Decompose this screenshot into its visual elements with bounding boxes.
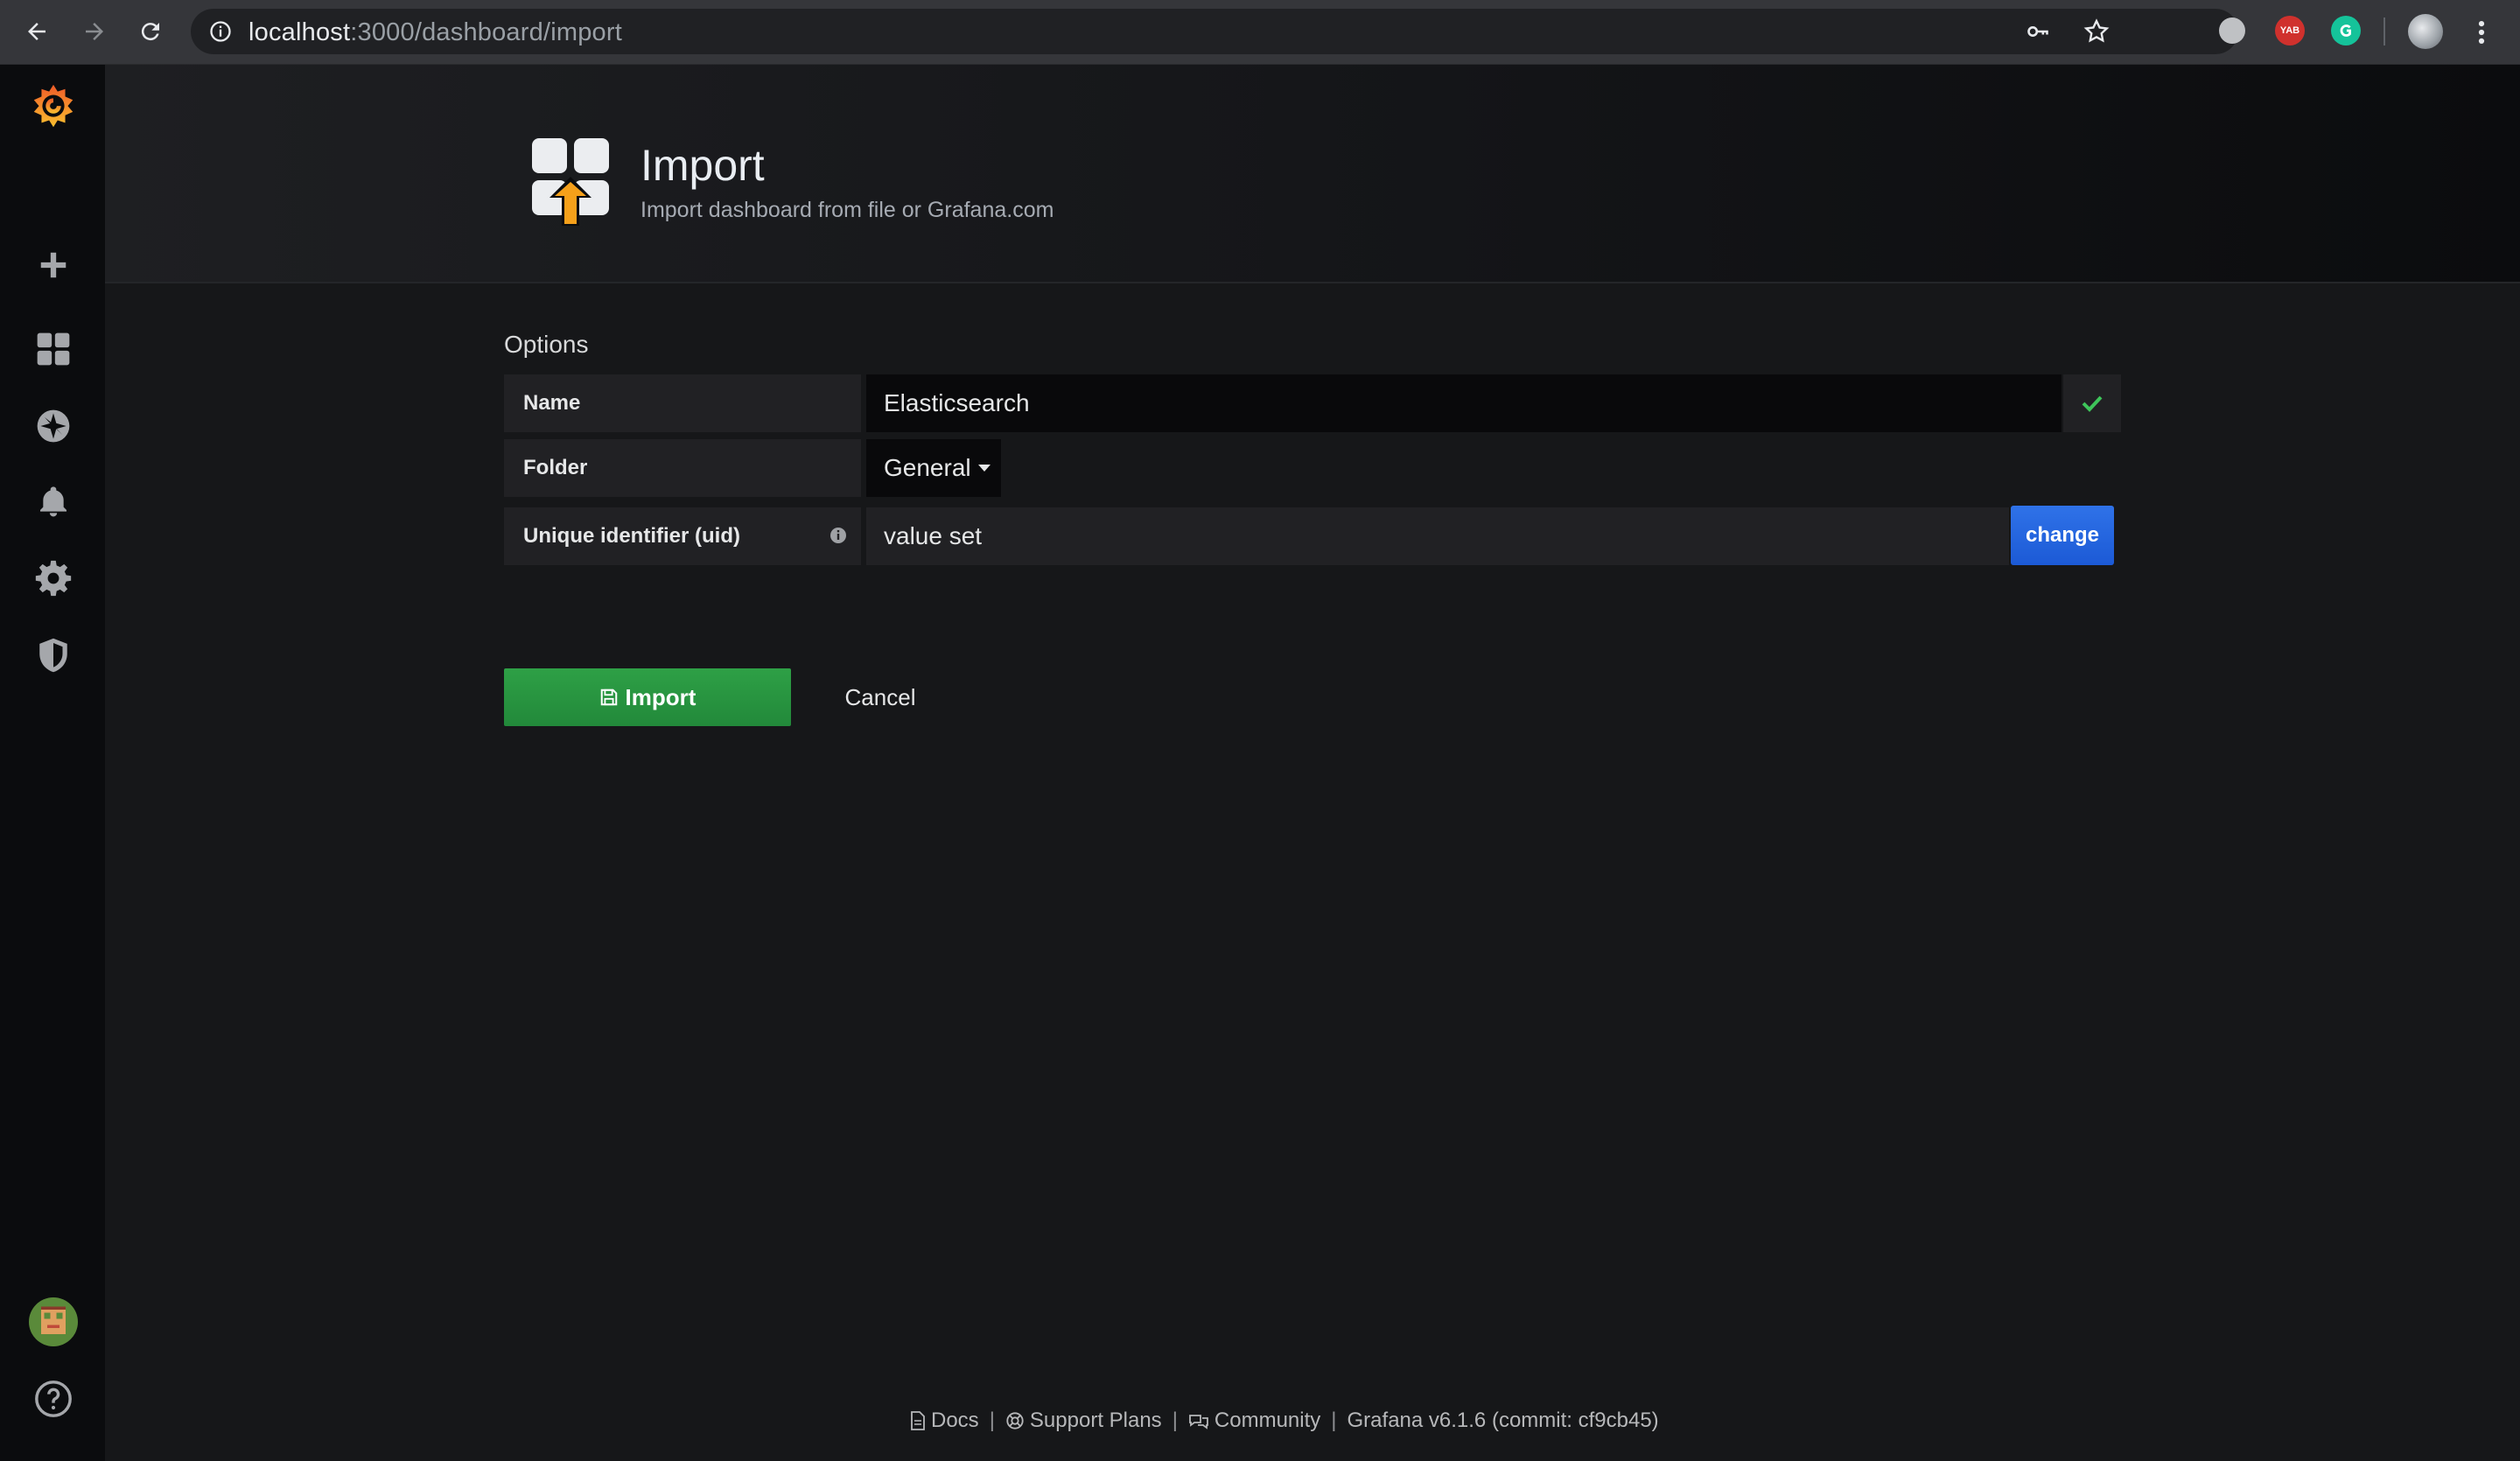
reload-button[interactable] (131, 12, 170, 51)
sidebar-item-help[interactable] (28, 1374, 79, 1424)
folder-select[interactable]: General (866, 439, 1001, 497)
name-label: Name (504, 374, 861, 432)
name-valid-indicator (2063, 374, 2121, 432)
import-button[interactable]: Import (504, 668, 791, 726)
uid-label-row: Unique identifier (uid) (504, 507, 861, 565)
arrow-left-icon (28, 23, 46, 40)
url-text[interactable]: localhost:3000/dashboard/import (248, 18, 622, 47)
save-icon (600, 689, 617, 706)
page-subtitle: Import dashboard from file or Grafana.co… (640, 198, 1054, 222)
menu-kebab-icon[interactable] (2473, 17, 2490, 47)
footer-separator: | (1172, 1409, 1178, 1432)
info-icon[interactable] (208, 19, 233, 44)
dashboard-name-input[interactable] (866, 374, 2062, 432)
plus-icon (40, 252, 66, 278)
back-button[interactable] (18, 12, 56, 51)
avatar (29, 1297, 78, 1346)
sidebar-item-alerting[interactable] (28, 476, 79, 527)
url-host: localhost (248, 18, 351, 46)
help-icon (35, 1381, 72, 1417)
footer-community-label: Community (1214, 1409, 1321, 1432)
folder-label: Folder (504, 439, 861, 497)
bell-icon (40, 486, 66, 517)
toolbar-divider (2384, 17, 2385, 45)
arrow-right-icon (86, 23, 103, 40)
uid-label: Unique identifier (uid) (523, 524, 740, 548)
profile-avatar[interactable] (2408, 14, 2443, 49)
extension-yab-icon[interactable]: YAB (2275, 16, 2305, 45)
grid-icon (37, 332, 70, 366)
footer-version: Grafana v6.1.6 (commit: cf9cb45) (1347, 1409, 1659, 1432)
compass-icon (37, 409, 70, 443)
grafana-logo[interactable] (28, 82, 79, 133)
footer-separator: | (1331, 1409, 1337, 1432)
footer-docs-label: Docs (931, 1409, 979, 1432)
document-icon (911, 1411, 925, 1430)
sidebar-item-server-admin[interactable] (28, 630, 79, 681)
forward-button[interactable] (75, 12, 114, 51)
cancel-button[interactable]: Cancel (831, 668, 929, 726)
reload-icon (141, 23, 159, 41)
grafana-logo-icon (33, 84, 74, 128)
browser-toolbar: localhost:3000/dashboard/import YAB (0, 0, 2520, 65)
extension-circle-icon[interactable] (2219, 17, 2245, 44)
footer-separator: | (989, 1409, 995, 1432)
lifebuoy-icon (1006, 1412, 1024, 1430)
comments-icon (1189, 1415, 1208, 1430)
extension-badge-text: YAB (2279, 25, 2300, 36)
kebab-icon (2478, 20, 2485, 45)
check-icon (2082, 395, 2103, 412)
footer-support-label: Support Plans (1029, 1409, 1162, 1432)
uid-value: value set (866, 507, 2009, 565)
sidebar-item-create[interactable] (28, 240, 79, 290)
page-header: Import Import dashboard from file or Gra… (105, 65, 2520, 283)
sidebar-item-dashboards[interactable] (28, 324, 79, 374)
caret-down-icon (977, 465, 990, 472)
address-bar[interactable]: localhost:3000/dashboard/import (191, 9, 2238, 54)
import-dashboard-icon (530, 136, 611, 232)
change-uid-button[interactable]: change (2011, 506, 2114, 565)
star-icon[interactable] (2082, 17, 2110, 45)
footer-community-link[interactable]: Community (1188, 1409, 1320, 1433)
footer-docs-link[interactable]: Docs (910, 1409, 979, 1433)
sidebar-item-explore[interactable] (28, 401, 79, 451)
import-button-label: Import (625, 683, 696, 710)
shield-icon (39, 638, 67, 673)
footer: Docs | Support Plans | Community | Grafa… (910, 1405, 1680, 1437)
grammarly-icon[interactable] (2331, 16, 2361, 45)
url-path: :3000/dashboard/import (350, 18, 622, 46)
key-icon[interactable] (2025, 19, 2051, 44)
sidebar (0, 65, 105, 1461)
grammarly-g-icon (2340, 24, 2351, 37)
sidebar-item-profile[interactable] (28, 1297, 79, 1347)
gear-icon (35, 560, 72, 597)
folder-select-value: General (884, 454, 971, 481)
sidebar-item-configuration[interactable] (28, 553, 79, 604)
page-title: Import (640, 141, 765, 190)
options-section-title: Options (504, 331, 589, 358)
info-circle-icon[interactable] (828, 525, 849, 546)
footer-support-link[interactable]: Support Plans (1005, 1409, 1162, 1433)
